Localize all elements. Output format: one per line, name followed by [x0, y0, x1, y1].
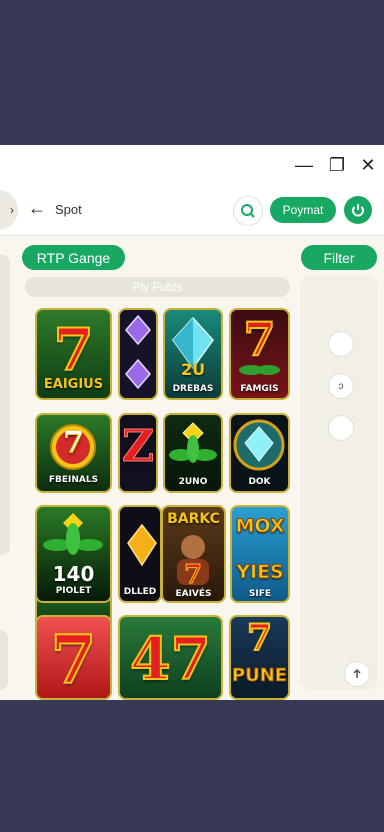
- left-drawer-handle[interactable]: [0, 255, 10, 555]
- close-icon[interactable]: ✕: [356, 153, 380, 177]
- rtp-range-chip[interactable]: RTP Gange: [22, 245, 125, 270]
- seven-symbol: 7: [63, 425, 85, 461]
- filter-option-1[interactable]: [328, 331, 354, 357]
- game-title: PUNE: [231, 665, 288, 687]
- game-tile[interactable]: Z: [118, 413, 158, 493]
- power-icon: [352, 204, 364, 217]
- game-title: FAMGIS: [240, 384, 279, 394]
- game-title: DLLED: [123, 587, 157, 597]
- game-title: 2UNO: [178, 477, 208, 487]
- character-icon: 7: [177, 535, 209, 587]
- game-tile[interactable]: 7 EAIGIUS: [35, 308, 112, 400]
- game-tile[interactable]: 7 FAMGIS: [229, 308, 290, 400]
- game-tile[interactable]: DLLED: [118, 505, 162, 603]
- page-title: Spot: [55, 202, 82, 217]
- game-tile[interactable]: 7 PUNE: [229, 615, 290, 700]
- game-tile[interactable]: 47: [118, 615, 223, 700]
- game-title: SIFE: [248, 589, 272, 599]
- diamond-ring-icon: [233, 419, 285, 471]
- purple-gem-icon: [125, 314, 151, 390]
- gem-plant-icon: [43, 513, 103, 555]
- number-symbol: 47: [129, 624, 212, 694]
- game-tile[interactable]: [118, 308, 158, 400]
- game-tile[interactable]: 140 PIOLET: [35, 505, 112, 603]
- filter-panel: ↄ: [300, 275, 378, 690]
- seven-symbol: 7: [52, 315, 94, 385]
- search-icon: [241, 204, 255, 218]
- game-title: PIOLET: [55, 586, 92, 596]
- toolbar: › ← Spot Poymat: [0, 185, 384, 236]
- game-heading: MOX: [235, 515, 285, 538]
- search-button[interactable]: [233, 196, 263, 226]
- game-tile[interactable]: MOX YIES SIFE: [230, 505, 290, 603]
- sidebar-toggle[interactable]: ›: [0, 190, 18, 230]
- game-title: FBEINALS: [48, 475, 99, 485]
- game-title: DOK: [248, 477, 271, 487]
- game-tile[interactable]: 2U DREBAS: [163, 308, 223, 400]
- game-tile[interactable]: BARKC 7 EAIVÉS: [161, 505, 226, 603]
- filter-button[interactable]: Filter: [301, 245, 377, 270]
- title-bar: — ❐ ✕: [0, 145, 384, 185]
- payment-button[interactable]: Poymat: [270, 197, 336, 223]
- game-tile[interactable]: DOK: [229, 413, 290, 493]
- game-title: EAIGIUS: [43, 377, 104, 392]
- game-title: DREBAS: [172, 384, 214, 394]
- filter-option-3[interactable]: [328, 415, 354, 441]
- game-heading: BARKC: [167, 511, 220, 527]
- game-subheading: YIES: [236, 561, 285, 584]
- play-filter-bar[interactable]: Ply Fubts: [25, 277, 290, 297]
- svg-text:7: 7: [184, 560, 202, 587]
- back-arrow-icon[interactable]: ←: [28, 198, 46, 219]
- game-tile[interactable]: 2UNO: [163, 413, 223, 493]
- maximize-icon[interactable]: ❐: [325, 153, 349, 177]
- seven-symbol: 7: [50, 620, 98, 699]
- game-number: 140: [52, 562, 95, 586]
- game-tile[interactable]: 7 FBEINALS: [35, 413, 112, 493]
- app-window: — ❐ ✕ › ← Spot Poymat RTP Gange Filter P…: [0, 145, 384, 700]
- scroll-up-button[interactable]: [344, 661, 370, 687]
- seven-symbol: 7: [246, 617, 273, 660]
- game-number: 2U: [180, 360, 206, 379]
- arrow-up-icon: [353, 669, 361, 678]
- leaf-icon: [239, 365, 280, 375]
- game-tile[interactable]: 7: [35, 615, 112, 700]
- minimize-icon[interactable]: —: [292, 153, 316, 177]
- power-button[interactable]: [344, 196, 372, 224]
- gold-gem-icon: [127, 523, 157, 567]
- seven-symbol: Z: [121, 421, 155, 473]
- left-drawer-handle-lower[interactable]: [0, 630, 8, 690]
- gem-plant-icon: [169, 422, 217, 463]
- filter-option-2[interactable]: ↄ: [328, 373, 354, 399]
- game-title: EAIVÉS: [175, 589, 212, 599]
